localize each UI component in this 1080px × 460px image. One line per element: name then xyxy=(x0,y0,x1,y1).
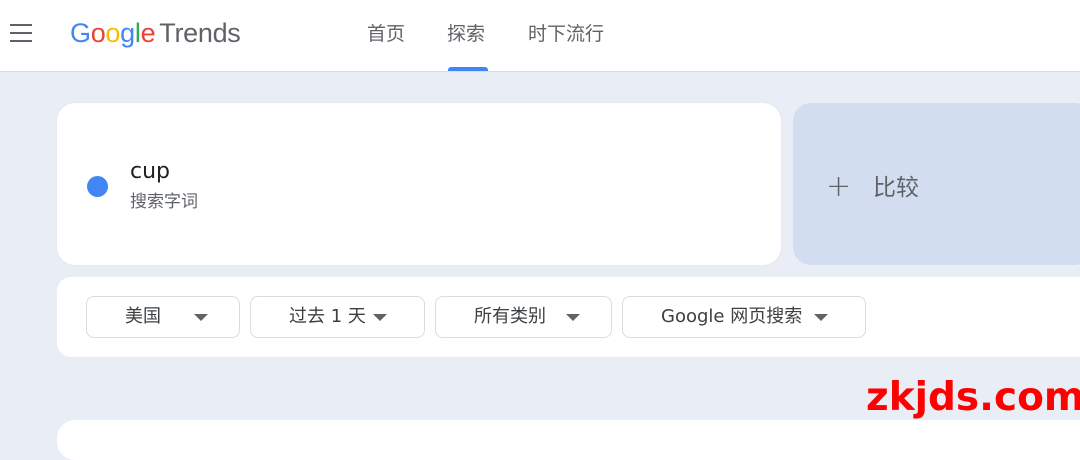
tab-home[interactable]: 首页 xyxy=(367,0,405,71)
caret-down-icon xyxy=(194,314,208,321)
logo-letter: g xyxy=(120,18,135,48)
logo-letter: e xyxy=(140,18,156,48)
category-value: 所有类别 xyxy=(474,306,546,327)
logo-letter: G xyxy=(70,18,91,48)
term-color-dot xyxy=(87,176,108,197)
plus-icon: + xyxy=(826,169,852,204)
top-app-bar: Google Trends 首页 探索 时下流行 xyxy=(0,0,1080,72)
logo-letter: o xyxy=(105,18,121,48)
compare-label: 比较 xyxy=(873,175,919,201)
tab-explore[interactable]: 探索 xyxy=(447,0,485,71)
time-range-dropdown[interactable]: 过去 1 天 xyxy=(250,296,425,338)
google-trends-logo[interactable]: Google Trends xyxy=(70,16,241,50)
search-term-type: 搜索字词 xyxy=(130,192,198,212)
logo-product-name: Trends xyxy=(159,18,241,48)
watermark-text: zkjds.com xyxy=(866,375,1080,420)
active-tab-indicator xyxy=(448,67,488,71)
caret-down-icon xyxy=(814,314,828,321)
caret-down-icon xyxy=(373,314,387,321)
category-dropdown[interactable]: 所有类别 xyxy=(435,296,612,338)
logo-letter: o xyxy=(90,18,106,48)
region-dropdown[interactable]: 美国 xyxy=(86,296,240,338)
search-term-name[interactable]: cup xyxy=(130,158,170,186)
search-property-value: Google 网页搜索 xyxy=(661,306,803,327)
caret-down-icon xyxy=(566,314,580,321)
menu-icon[interactable] xyxy=(8,23,34,43)
region-value: 美国 xyxy=(125,306,161,327)
search-property-dropdown[interactable]: Google 网页搜索 xyxy=(622,296,866,338)
time-range-value: 过去 1 天 xyxy=(289,306,366,327)
tab-trending-now[interactable]: 时下流行 xyxy=(528,0,604,71)
results-card xyxy=(57,420,1080,460)
